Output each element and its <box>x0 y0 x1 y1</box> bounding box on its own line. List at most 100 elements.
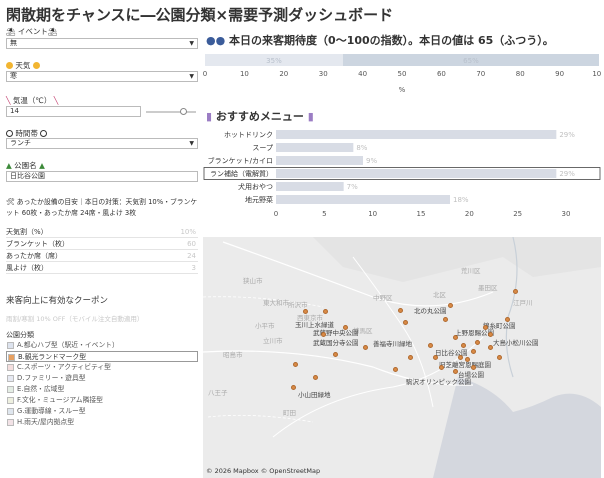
coupon-subtitle: 雨割/寒割 10% OFF（モバイル注文自動適用） <box>6 315 144 323</box>
expectation-tick-label: 70 <box>476 70 485 78</box>
map-park-marker[interactable] <box>408 355 413 360</box>
map-park-marker[interactable] <box>471 349 476 354</box>
map-park-marker[interactable] <box>428 343 433 348</box>
map-park-marker[interactable] <box>393 367 398 372</box>
map-park-marker[interactable] <box>293 362 298 367</box>
temperature-input[interactable]: 14 <box>6 106 141 117</box>
map-place-label: 八王子 <box>208 389 228 397</box>
expectation-tick-label: 100 <box>592 70 601 78</box>
timeslot-select-value: ランチ <box>10 139 31 147</box>
menu-bar <box>276 143 354 152</box>
equipment-note: 🛠 あったか設備の目安｜本日の対策：天気割 10%・ブランケット 60枚・あった… <box>6 198 198 217</box>
map-park-marker[interactable] <box>458 355 463 360</box>
map-park-marker[interactable] <box>303 309 308 314</box>
map-place-label: 立川市 <box>263 337 283 345</box>
weather-select[interactable]: 寒 ▼ <box>6 71 198 82</box>
menu-bar <box>276 195 450 204</box>
category-swatch <box>7 386 14 393</box>
category-item[interactable]: C.スポーツ・アクティビティ型 <box>6 362 198 373</box>
category-swatch <box>7 342 14 349</box>
map-place-label: 墨田区 <box>478 284 498 292</box>
timeslot-select[interactable]: ランチ ▼ <box>6 138 198 149</box>
expectation-segment-label: 35% <box>266 57 282 65</box>
map-park-marker[interactable] <box>443 317 448 322</box>
menu-value-label: 18% <box>453 196 469 204</box>
park-map[interactable]: 荒川区 北区 狭山市 所沢市 練馬区 西東京市 東大和市 小平市 立川市 昭島市 玉川上水緑道 武蔵野… <box>203 237 601 478</box>
menu-tick-label: 15 <box>417 210 426 218</box>
people-icon: ●● <box>206 34 226 47</box>
map-park-marker[interactable] <box>471 365 476 370</box>
map-park-marker[interactable] <box>448 303 453 308</box>
map-park-marker[interactable] <box>497 355 502 360</box>
stat-value: 60 <box>187 240 196 248</box>
category-item[interactable]: E.自然・広域型 <box>6 384 198 395</box>
stat-row: ブランケット（枚） 60 <box>6 238 198 250</box>
stat-row: あったか席（席） 24 <box>6 250 198 262</box>
stats-table: 天気割（%） 10% ブランケット（枚） 60 あったか席（席） 24 風よけ（枚） 3 <box>6 226 198 274</box>
chevron-down-icon: ▼ <box>189 40 194 47</box>
map-park-marker[interactable] <box>433 355 438 360</box>
map-park-marker[interactable] <box>513 289 518 294</box>
expectation-tick-label: 0 <box>203 70 207 78</box>
map-park-marker[interactable] <box>291 385 296 390</box>
expectation-segment-label: 65% <box>463 57 479 65</box>
stat-value: 10% <box>180 228 196 236</box>
menu-icon: ▮ <box>307 110 314 123</box>
map-park-marker[interactable] <box>461 343 466 348</box>
temperature-slider-track[interactable] <box>146 111 196 113</box>
menu-chart: ホットドリンク 29% スープ 8% ブランケット/カイロ 9% ラン補給（電解質） 29% 犬… <box>203 130 601 218</box>
map-park-marker[interactable] <box>483 325 488 330</box>
map-park-marker[interactable] <box>453 335 458 340</box>
menu-category-label: ホットドリンク <box>224 131 273 139</box>
map-park-marker[interactable] <box>488 345 493 350</box>
map-park-marker[interactable] <box>403 320 408 325</box>
map-park-marker[interactable] <box>465 357 470 362</box>
category-legend-title: 公園分類 <box>6 331 34 339</box>
map-place-label: 錦糸町公園 <box>483 322 516 330</box>
menu-icon: ▮ <box>206 110 213 123</box>
map-park-marker[interactable] <box>439 365 444 370</box>
map-place-label: 東大和市 <box>263 299 289 307</box>
map-park-marker[interactable] <box>313 375 318 380</box>
map-park-marker[interactable] <box>475 340 480 345</box>
expectation-axis-label: % <box>399 86 406 94</box>
category-item[interactable]: A.都心ハブ型（駅近・イベント） <box>6 340 198 351</box>
category-item[interactable]: G.運動導線・スルー型 <box>6 406 198 417</box>
park-input[interactable]: 日比谷公園 <box>6 171 198 182</box>
map-place-label: 所沢市 <box>288 301 308 309</box>
menu-bar <box>276 169 557 178</box>
map-park-marker[interactable] <box>398 308 403 313</box>
temperature-slider-handle[interactable] <box>179 108 187 115</box>
map-place-label: 大島小松川公園 <box>493 339 539 347</box>
menu-heading: ▮ おすすめメニュー ▮ <box>206 110 314 123</box>
menu-category-label: ラン補給（電解質） <box>210 169 273 178</box>
map-park-marker[interactable] <box>488 332 493 337</box>
expectation-tick-label: 90 <box>555 70 564 78</box>
map-park-marker[interactable] <box>453 369 458 374</box>
expectation-tick-label: 60 <box>437 70 446 78</box>
menu-category-label: スープ <box>252 144 273 152</box>
map-park-marker[interactable] <box>343 325 348 330</box>
map-park-marker[interactable] <box>505 317 510 322</box>
chevron-down-icon: ▼ <box>189 73 194 80</box>
category-legend: A.都心ハブ型（駅近・イベント） B.観光ランドマーク型 C.スポーツ・アクティビテ… <box>6 340 198 428</box>
menu-tick-label: 20 <box>465 210 474 218</box>
map-place-label: 武蔵野中央公園 <box>313 329 359 337</box>
event-select[interactable]: 無 ▼ <box>6 38 198 49</box>
map-park-marker[interactable] <box>321 332 326 337</box>
menu-category-label: ブランケット/カイロ <box>208 156 273 165</box>
clock-icon <box>6 130 13 137</box>
category-item[interactable]: F.文化・ミュージアム隣接型 <box>6 395 198 406</box>
expectation-tick-label: 30 <box>319 70 328 78</box>
map-park-marker[interactable] <box>333 352 338 357</box>
map-park-marker[interactable] <box>323 309 328 314</box>
category-item[interactable]: B.観光ランドマーク型 <box>6 351 198 362</box>
category-item[interactable]: D.ファミリー・遊具型 <box>6 373 198 384</box>
menu-tick-label: 5 <box>322 210 326 218</box>
category-item[interactable]: H.雨天/屋内拠点型 <box>6 417 198 428</box>
menu-value-label: 29% <box>559 131 575 139</box>
tree-icon: ▲ <box>39 161 45 170</box>
expectation-chart: 35% 65% 0 10 20 30 40 50 60 70 80 90 100% <box>203 54 601 94</box>
expectation-heading: ●● 本日の来客期待度（0〜100の指数）。本日の値は 65（ふつう）。 <box>206 34 554 47</box>
map-park-marker[interactable] <box>363 345 368 350</box>
